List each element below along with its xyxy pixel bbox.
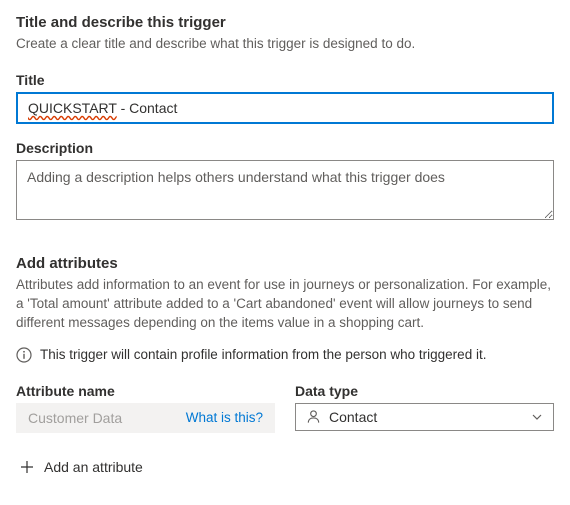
title-input[interactable]: QUICKSTART - Contact [16,92,554,124]
description-label: Description [16,140,554,156]
attribute-row: Attribute name Customer Data What is thi… [16,383,554,433]
section-heading: Add attributes [16,255,554,272]
add-attributes-section: Add attributes Attributes add informatio… [16,255,554,475]
plus-icon [20,460,34,474]
section-subtext: Attributes add information to an event f… [16,276,554,333]
info-note: This trigger will contain profile inform… [16,347,554,363]
data-type-dropdown[interactable]: Contact [295,403,554,431]
attribute-name-value: Customer Data [28,410,122,426]
data-type-column: Data type Contact [295,383,554,431]
info-note-text: This trigger will contain profile inform… [40,347,486,362]
data-type-label: Data type [295,383,554,399]
section-subtext: Create a clear title and describe what t… [16,35,554,54]
title-label: Title [16,72,554,88]
data-type-value: Contact [329,409,377,425]
attribute-name-column: Attribute name Customer Data What is thi… [16,383,275,433]
info-icon [16,347,32,363]
what-is-this-link[interactable]: What is this? [186,410,263,425]
attribute-name-box: Customer Data What is this? [16,403,275,433]
title-describe-section: Title and describe this trigger Create a… [16,14,554,255]
add-attribute-label: Add an attribute [44,459,143,475]
add-attribute-button[interactable]: Add an attribute [16,459,554,475]
description-textarea[interactable] [16,160,554,220]
attribute-name-label: Attribute name [16,383,275,399]
chevron-down-icon [531,411,543,423]
person-icon [306,409,321,424]
section-heading: Title and describe this trigger [16,14,554,31]
